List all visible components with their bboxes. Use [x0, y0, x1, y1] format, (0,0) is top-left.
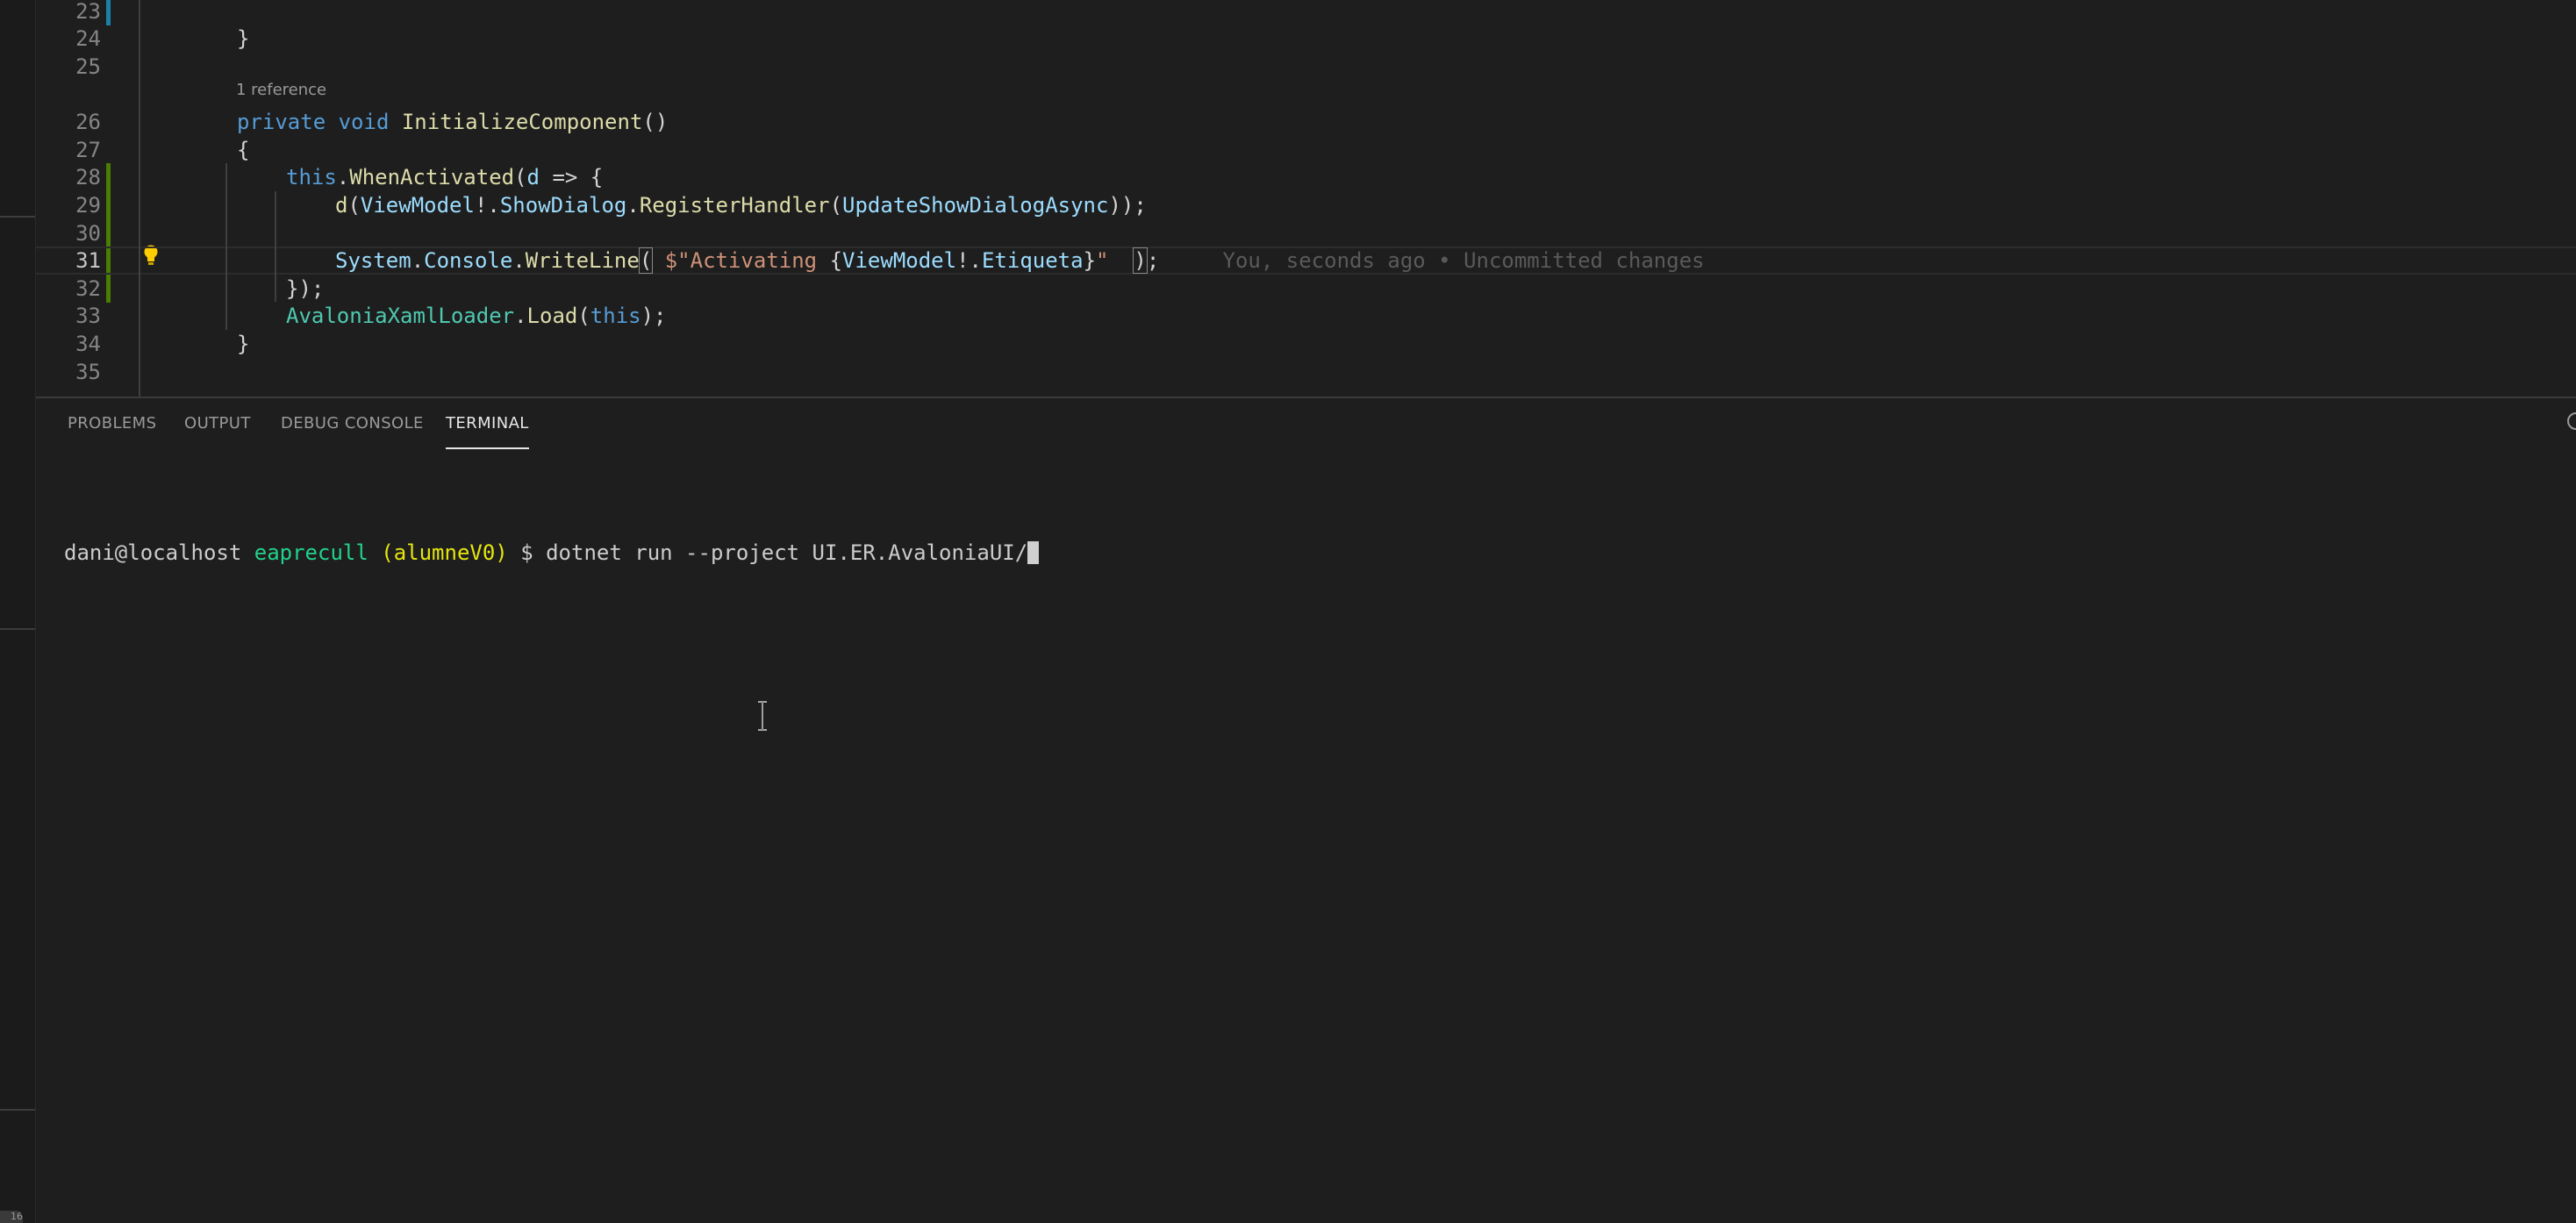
tab-problems[interactable]: PROBLEMS	[68, 398, 156, 451]
line-number[interactable]: 26	[36, 108, 101, 136]
git-change-indicator[interactable]	[106, 191, 111, 219]
line-number[interactable]: 25	[36, 53, 101, 81]
git-blame-annotation: You, seconds ago • Uncommitted changes	[1159, 248, 1705, 273]
line-number[interactable]: 29	[36, 191, 101, 219]
terminal-cursor	[1027, 541, 1040, 564]
code-line[interactable]: 27 {	[36, 136, 2576, 164]
line-number[interactable]: 30	[36, 219, 101, 247]
bottom-panel: PROBLEMS OUTPUT DEBUG CONSOLE TERMINAL d…	[36, 397, 2576, 1223]
line-number[interactable]: 32	[36, 275, 101, 303]
code-text: this.WhenActivated(d => {	[286, 165, 604, 190]
line-number[interactable]: 34	[36, 330, 101, 358]
activity-separator	[0, 216, 35, 218]
code-text: }	[237, 332, 250, 356]
code-text: {	[237, 138, 250, 162]
code-editor[interactable]: 1 reference 23 24} 25 26 private void Initia…	[36, 0, 2576, 397]
terminal-prompt-symbol: $	[520, 540, 533, 565]
panel-action-icon[interactable]	[2567, 412, 2576, 430]
code-text: }	[237, 26, 250, 51]
git-change-indicator[interactable]	[106, 219, 111, 247]
line-number[interactable]: 33	[36, 302, 101, 330]
git-change-indicator[interactable]	[106, 275, 111, 303]
code-line[interactable]: 34}	[36, 330, 2576, 358]
panel-tab-bar: PROBLEMS OUTPUT DEBUG CONSOLE TERMINAL	[36, 398, 2576, 451]
line-number[interactable]: 23	[36, 0, 101, 25]
codelens-references[interactable]: 1 reference	[236, 81, 326, 99]
line-number[interactable]: 24	[36, 25, 101, 53]
line-number[interactable]: 31	[36, 248, 101, 273]
activity-separator	[0, 628, 35, 630]
terminal-view[interactable]: dani@localhost eaprecull (alumneV0) $ do…	[36, 451, 2576, 1223]
code-text: private void InitializeComponent()	[237, 110, 669, 134]
terminal-directory: eaprecull	[254, 540, 369, 565]
code-line[interactable]: 30	[36, 219, 2576, 247]
code-text: System.Console.WriteLine( $"Activating {…	[335, 247, 1705, 274]
code-text: });	[286, 276, 325, 301]
code-line[interactable]: 29 d(ViewModel!.ShowDialog.RegisterHandle…	[36, 191, 2576, 219]
terminal-git-branch: (alumneV0)	[381, 540, 508, 565]
terminal-command: dotnet run --project UI.ER.AvaloniaUI/	[546, 540, 1028, 565]
code-line[interactable]: 24}	[36, 25, 2576, 53]
tab-terminal[interactable]: TERMINAL	[446, 398, 529, 451]
terminal-prompt-line: dani@localhost eaprecull (alumneV0) $ do…	[64, 539, 1040, 567]
indent-guide	[275, 191, 276, 302]
git-change-indicator[interactable]	[106, 248, 111, 273]
tab-debug-console[interactable]: DEBUG CONSOLE	[281, 398, 424, 451]
code-text: d(ViewModel!.ShowDialog.RegisterHandler(…	[335, 193, 1147, 218]
notification-badge[interactable]: 16	[0, 1211, 23, 1223]
line-number[interactable]: 28	[36, 163, 101, 191]
indent-guide	[225, 163, 227, 330]
terminal-user-host: dani@localhost	[64, 540, 242, 565]
code-line[interactable]: 28 this.WhenActivated(d => {	[36, 163, 2576, 191]
git-change-indicator[interactable]	[106, 163, 111, 191]
code-line[interactable]: 35	[36, 358, 2576, 386]
line-number[interactable]: 27	[36, 136, 101, 164]
code-line[interactable]: 26 private void InitializeComponent()	[36, 108, 2576, 136]
code-line[interactable]: 33 AvaloniaXamlLoader.Load(this);	[36, 302, 2576, 330]
code-line[interactable]: 23	[36, 0, 2576, 25]
indent-guide	[139, 0, 140, 397]
code-line[interactable]: 31 System.Console.WriteLine( $"Activating…	[36, 247, 2576, 275]
code-text: AvaloniaXamlLoader.Load(this);	[286, 304, 667, 328]
code-line[interactable]: 32});	[36, 275, 2576, 303]
text-cursor-icon	[758, 701, 767, 731]
line-number[interactable]: 35	[36, 358, 101, 386]
activity-separator	[0, 1109, 35, 1111]
code-line[interactable]: 25	[36, 53, 2576, 81]
activity-bar-edge	[0, 0, 36, 1223]
tab-output[interactable]: OUTPUT	[184, 398, 251, 451]
git-change-indicator[interactable]	[106, 0, 111, 25]
